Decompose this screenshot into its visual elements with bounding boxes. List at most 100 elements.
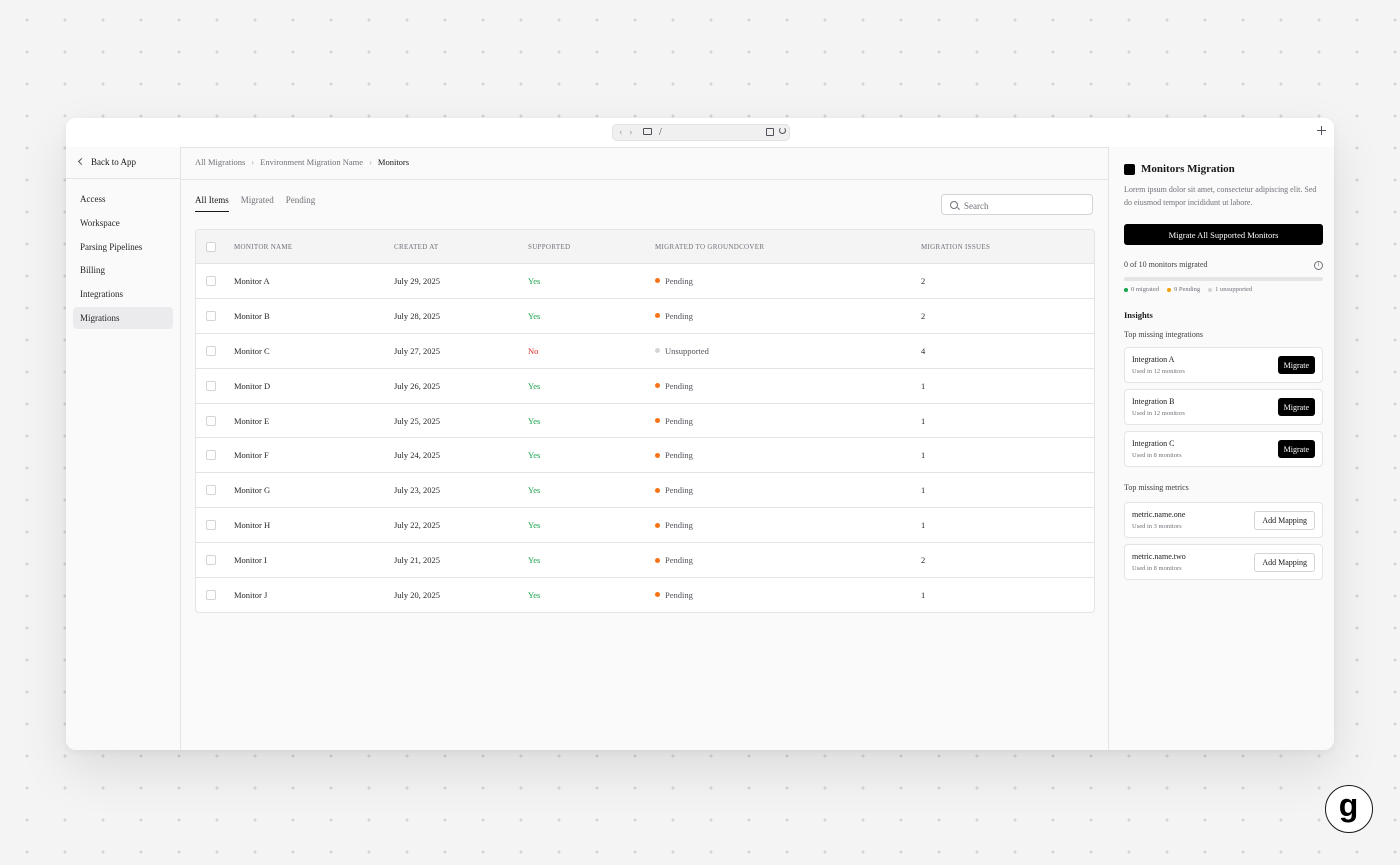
table-row[interactable]: Monitor A July 29, 2025 Yes Pending 2: [196, 264, 1094, 299]
migration-issues: 1: [921, 589, 926, 600]
legend-dot-icon: [1124, 287, 1128, 292]
row-checkbox-cell: [206, 438, 216, 472]
status-text: Pending: [665, 450, 693, 461]
row-checkbox-cell: [206, 404, 216, 438]
progress-label: 0 of 10 monitors migrated: [1124, 260, 1208, 269]
status-text: Pending: [665, 520, 693, 531]
tab-all-items[interactable]: All Items: [195, 195, 229, 212]
groundcover-logo: g: [1325, 785, 1373, 833]
app-window: ‹ › / Back to App Access Workspace Parsing…: [66, 118, 1334, 750]
panel-title-text: Monitors Migration: [1141, 163, 1235, 175]
integration-usage: Used in 12 monitors: [1132, 368, 1185, 375]
status-text: Pending: [665, 555, 693, 566]
migration-issues: 1: [921, 380, 926, 391]
supported-value: Yes: [528, 485, 541, 496]
back-arrow-icon[interactable]: ‹: [619, 126, 623, 138]
migration-status: Pending: [655, 299, 693, 333]
row-checkbox[interactable]: [206, 450, 216, 461]
search-icon: [950, 201, 958, 209]
breadcrumb-item[interactable]: Environment Migration Name: [260, 157, 363, 167]
breadcrumb-item[interactable]: All Migrations: [195, 157, 245, 167]
monitor-name: Monitor D: [234, 380, 271, 391]
table-row[interactable]: Monitor F July 24, 2025 Yes Pending 1: [196, 438, 1094, 474]
status-dot-icon: [655, 592, 660, 598]
metric-name: metric.name.two: [1132, 552, 1186, 561]
table-row[interactable]: Monitor I July 21, 2025 Yes Pending 2: [196, 543, 1094, 579]
row-checkbox[interactable]: [206, 415, 216, 426]
status-dot-icon: [655, 383, 660, 389]
status-dot-icon: [655, 313, 660, 319]
created-at: July 23, 2025: [394, 485, 441, 496]
migration-status: Pending: [655, 543, 693, 577]
monitor-name: Monitor E: [234, 415, 270, 426]
chevron-left-icon: [77, 157, 86, 166]
row-checkbox[interactable]: [206, 310, 216, 321]
sidebar-item-migrations[interactable]: Migrations: [73, 306, 173, 329]
supported-value: Yes: [528, 310, 541, 321]
sidebar-item-access[interactable]: Access: [73, 188, 173, 210]
row-checkbox[interactable]: [206, 589, 216, 600]
status-text: Pending: [665, 380, 693, 391]
table-row[interactable]: Monitor G July 23, 2025 Yes Pending 1: [196, 473, 1094, 509]
table-row[interactable]: Monitor B July 28, 2025 Yes Pending 2: [196, 299, 1094, 334]
select-all-checkbox[interactable]: [206, 241, 216, 252]
address-bar[interactable]: ‹ › /: [612, 124, 790, 141]
monitor-name: Monitor B: [234, 310, 270, 321]
row-checkbox[interactable]: [206, 345, 216, 356]
tab-migrated[interactable]: Migrated: [241, 195, 274, 211]
table-row[interactable]: Monitor D July 26, 2025 Yes Pending 1: [196, 369, 1094, 404]
column-header-name[interactable]: Monitor Name: [234, 230, 293, 263]
search-box[interactable]: [941, 194, 1093, 215]
migration-issues: 2: [921, 310, 926, 321]
breadcrumb-separator: ›: [369, 157, 372, 167]
row-checkbox[interactable]: [206, 485, 216, 496]
back-to-app-link[interactable]: Back to App: [77, 157, 136, 173]
migration-status: Pending: [655, 508, 693, 542]
table-row[interactable]: Monitor J July 20, 2025 Yes Pending 1: [196, 578, 1094, 612]
status-text: Pending: [665, 310, 693, 321]
row-checkbox[interactable]: [206, 555, 216, 566]
add-mapping-button[interactable]: Add Mapping: [1254, 511, 1315, 530]
add-mapping-button[interactable]: Add Mapping: [1254, 553, 1315, 572]
legend-dot-icon: [1208, 287, 1213, 292]
row-checkbox[interactable]: [206, 275, 216, 286]
column-header-supported[interactable]: Supported: [528, 230, 570, 263]
row-checkbox-cell: [206, 264, 216, 298]
header-divider: [181, 179, 1108, 180]
table-row[interactable]: Monitor H July 22, 2025 Yes Pending 1: [196, 508, 1094, 544]
column-header-issues[interactable]: Migration Issues: [921, 230, 990, 263]
collapse-icon[interactable]: [1317, 126, 1326, 135]
metric-usage: Used in 8 monitors: [1132, 565, 1182, 572]
table-row[interactable]: Monitor E July 25, 2025 Yes Pending 1: [196, 404, 1094, 439]
monitor-icon: [643, 128, 652, 135]
sidebar-item-workspace[interactable]: Workspace: [73, 212, 173, 234]
sidebar-item-billing[interactable]: Billing: [73, 259, 173, 281]
column-header-created[interactable]: Created At: [394, 230, 438, 263]
column-header-migrated[interactable]: Migrated to groundcover: [655, 230, 764, 263]
sidebar-item-parsing-pipelines[interactable]: Parsing Pipelines: [73, 236, 173, 258]
tab-pending[interactable]: Pending: [286, 195, 316, 211]
url-text[interactable]: /: [659, 127, 662, 138]
migrate-all-button[interactable]: Migrate All Supported Monitors: [1124, 224, 1323, 245]
supported-value: Yes: [528, 275, 541, 286]
info-icon[interactable]: i: [1314, 261, 1323, 270]
back-to-app-label: Back to App: [91, 157, 136, 167]
monitor-name: Monitor I: [234, 555, 267, 566]
migrate-integration-button[interactable]: Migrate: [1277, 356, 1315, 374]
migration-status: Pending: [655, 264, 693, 298]
migrate-integration-button[interactable]: Migrate: [1277, 398, 1315, 416]
search-input[interactable]: [962, 197, 1091, 214]
reload-icon[interactable]: [779, 127, 786, 134]
row-checkbox[interactable]: [206, 380, 216, 391]
migrate-integration-button[interactable]: Migrate: [1277, 440, 1315, 458]
open-external-icon[interactable]: [766, 128, 774, 136]
status-text: Pending: [665, 589, 693, 600]
legend-item: 1 unsupported: [1208, 286, 1252, 293]
supported-value: Yes: [528, 450, 541, 461]
sidebar-item-integrations[interactable]: Integrations: [73, 283, 173, 305]
migration-issues: 2: [921, 275, 926, 286]
migration-issues: 1: [921, 520, 926, 531]
row-checkbox[interactable]: [206, 520, 216, 531]
table-row[interactable]: Monitor C July 27, 2025 No Unsupported 4: [196, 334, 1094, 369]
forward-arrow-icon[interactable]: ›: [629, 126, 633, 138]
